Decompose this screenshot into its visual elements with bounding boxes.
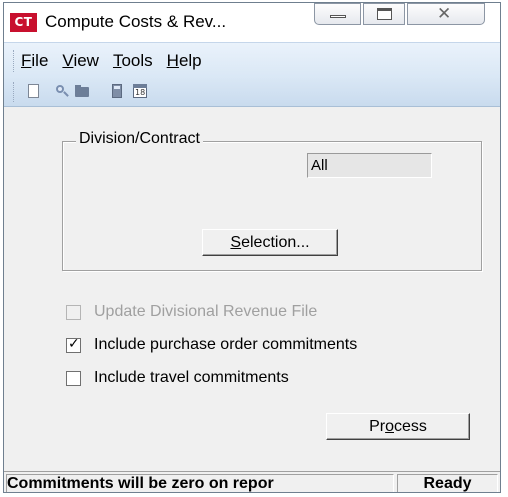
- caption-buttons: ✕: [314, 3, 485, 26]
- compute-costs-window: CT Compute Costs & Rev... ✕ File View To…: [3, 2, 501, 493]
- maximize-button[interactable]: [363, 3, 405, 25]
- menu-help[interactable]: Help: [167, 51, 202, 71]
- toolbar: 18: [4, 78, 500, 107]
- title-bar[interactable]: CT Compute Costs & Rev... ✕: [4, 3, 500, 42]
- calendar-icon[interactable]: 18: [132, 83, 148, 99]
- division-contract-label: Division/Contract: [76, 130, 203, 148]
- menu-file[interactable]: File: [21, 51, 48, 71]
- update-divisional-revenue-option: Update Divisional Revenue File: [66, 303, 317, 321]
- checkmark-icon: ✓: [68, 335, 80, 352]
- calculator-icon[interactable]: [109, 83, 125, 99]
- maximize-icon: [377, 8, 392, 20]
- include-po-commitments-label: Include purchase order commitments: [94, 336, 358, 353]
- update-divisional-revenue-checkbox[interactable]: [66, 304, 81, 320]
- include-travel-commitments-label: Include travel commitments: [94, 369, 289, 386]
- close-icon: ✕: [437, 4, 452, 24]
- menu-view[interactable]: View: [62, 51, 99, 71]
- process-button[interactable]: Process: [326, 413, 470, 440]
- division-value-field: All: [307, 153, 432, 178]
- status-ready: Ready: [397, 474, 498, 492]
- window-title: Compute Costs & Rev...: [45, 12, 227, 31]
- include-travel-commitments-option: Include travel commitments: [66, 369, 289, 387]
- minimize-button[interactable]: [314, 3, 361, 25]
- new-document-icon[interactable]: [26, 83, 42, 99]
- menu-tools[interactable]: Tools: [113, 51, 153, 71]
- folder-icon[interactable]: [74, 83, 90, 99]
- include-po-commitments-option: ✓ Include purchase order commitments: [66, 336, 357, 354]
- menu-bar: File View Tools Help: [4, 42, 500, 79]
- minimize-icon: [330, 15, 346, 18]
- include-po-commitments-checkbox[interactable]: ✓: [66, 335, 81, 353]
- menu-grip[interactable]: [13, 50, 16, 72]
- app-icon[interactable]: CT: [10, 13, 37, 32]
- status-message: Commitments will be zero on repor: [6, 474, 394, 492]
- selection-button[interactable]: Selection...: [202, 229, 338, 256]
- close-button[interactable]: ✕: [407, 3, 485, 25]
- status-bar: Commitments will be zero on repor Ready: [4, 471, 500, 492]
- include-travel-commitments-checkbox[interactable]: [66, 370, 81, 386]
- search-icon[interactable]: [54, 83, 70, 99]
- update-divisional-revenue-label: Update Divisional Revenue File: [94, 303, 318, 320]
- toolbar-grip[interactable]: [13, 82, 16, 102]
